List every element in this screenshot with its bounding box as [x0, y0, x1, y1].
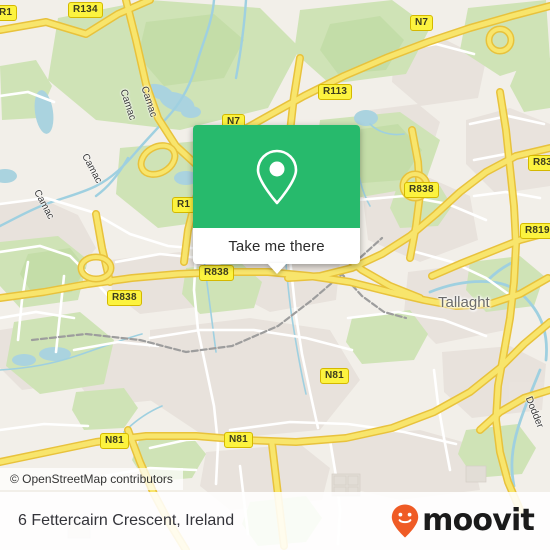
- moovit-wordmark: moovit: [422, 503, 535, 538]
- road-shield: R1: [172, 197, 196, 213]
- take-me-there-button[interactable]: Take me there: [193, 228, 360, 274]
- attribution-text: © OpenStreetMap contributors: [10, 472, 173, 486]
- map-attribution: © OpenStreetMap contributors: [0, 468, 183, 490]
- road-shield: N81: [320, 368, 349, 384]
- road-shield: R838: [404, 182, 439, 198]
- destination-popup-card[interactable]: Take me there: [193, 125, 360, 274]
- road-shield: R1: [0, 5, 18, 21]
- moovit-logo[interactable]: moovit: [390, 503, 535, 539]
- road-shield: N81: [224, 432, 253, 448]
- address-label: 6 Fettercairn Crescent, Ireland: [18, 512, 235, 529]
- popup-pin-panel: [193, 125, 360, 228]
- road-shield: R838: [528, 155, 550, 171]
- road-shield: R113: [318, 84, 353, 100]
- road-shield: N81: [100, 433, 129, 449]
- road-shield: R134: [68, 2, 103, 18]
- moovit-map-screenshot: R134R1N7R113N7R1R838R838R819R838R838N81N…: [0, 0, 550, 550]
- road-shield: R838: [199, 265, 234, 281]
- take-me-there-label: Take me there: [228, 237, 325, 255]
- map-pin-icon: [256, 149, 297, 204]
- place-label: Tallaght: [438, 294, 490, 311]
- road-shield: R838: [107, 290, 142, 306]
- road-shield: N7: [410, 15, 434, 31]
- footer-bar: 6 Fettercairn Crescent, Ireland moovit: [0, 492, 550, 550]
- popup-tail-pointer: [267, 263, 287, 274]
- road-shield: R819: [520, 223, 550, 239]
- moovit-smiley-pin-icon: [391, 504, 419, 538]
